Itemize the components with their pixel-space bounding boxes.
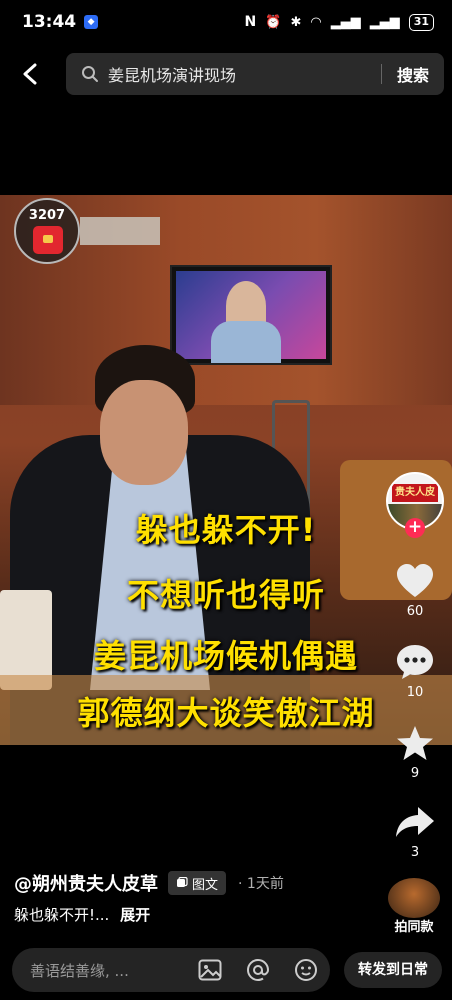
share-button[interactable]: 3 — [384, 799, 446, 860]
search-icon — [80, 64, 100, 84]
share-count: 3 — [410, 845, 420, 860]
red-envelope-icon — [33, 226, 63, 254]
like-button[interactable]: 60 — [384, 558, 446, 619]
video-tv — [170, 265, 332, 365]
notification-icon: ◆ — [84, 15, 99, 29]
back-icon — [23, 63, 37, 85]
comment-button[interactable]: 10 — [384, 639, 446, 700]
favorite-count: 9 — [410, 766, 420, 781]
expand-button[interactable]: 展开 — [120, 906, 150, 924]
post-description: 躲也躲不开!... 展开 — [14, 904, 150, 925]
bluetooth-icon: ✱ — [290, 14, 302, 30]
share-to-daily-button[interactable]: 转发到日常 — [344, 952, 442, 988]
video-caption-line-1: 躲也躲不开! — [135, 511, 317, 549]
status-time: 13:44 — [22, 12, 77, 32]
heart-icon — [384, 558, 446, 604]
like-count: 60 — [406, 604, 424, 619]
post-type-tag: 图文 — [168, 871, 227, 895]
status-icons: N ⏰ ✱ ◠ ▂▄▆ ▂▄▆ 31 — [244, 13, 434, 31]
at-icon[interactable] — [234, 948, 282, 992]
nfc-icon: N — [244, 14, 257, 30]
red-envelope-badge[interactable]: 3207 — [14, 198, 80, 264]
share-icon — [384, 799, 446, 845]
post-description-text: 躲也躲不开!... — [14, 906, 110, 924]
same-style-avatar[interactable] — [388, 878, 440, 918]
top-bar: 姜昆机场演讲现场 搜索 — [0, 50, 452, 98]
comment-count: 10 — [406, 685, 424, 700]
comment-icon — [384, 639, 446, 685]
post-time: · 1天前 — [238, 876, 284, 892]
image-text-icon — [177, 877, 188, 887]
signal-icon-2: ▂▄▆ — [369, 14, 400, 30]
gift-count: 3207 — [28, 208, 66, 223]
emoji-icon[interactable] — [282, 948, 330, 992]
follow-button[interactable]: + — [405, 518, 425, 538]
search-input[interactable]: 姜昆机场演讲现场 搜索 — [66, 53, 444, 95]
signal-icon: ▂▄▆ — [330, 14, 361, 30]
video-person-face — [100, 380, 188, 485]
video-wall-vent — [80, 217, 160, 245]
alarm-icon: ⏰ — [265, 14, 282, 30]
image-icon[interactable] — [186, 948, 234, 992]
star-icon — [384, 720, 446, 766]
post-type-label: 图文 — [192, 877, 219, 893]
search-button[interactable]: 搜索 — [382, 62, 444, 86]
favorite-button[interactable]: 9 — [384, 720, 446, 781]
comment-input[interactable]: 善语结善缘, ... — [12, 948, 330, 992]
author-name[interactable]: @朔州贵夫人皮草 — [14, 870, 158, 896]
wifi-icon: ◠ — [310, 14, 322, 30]
status-bar: 13:44 ◆ N ⏰ ✱ ◠ ▂▄▆ ▂▄▆ 31 — [0, 0, 452, 44]
comment-placeholder: 善语结善缘, ... — [30, 961, 129, 980]
back-button[interactable] — [0, 50, 60, 98]
same-style-button[interactable]: 拍同款 — [382, 916, 446, 935]
battery-indicator: 31 — [408, 13, 434, 31]
search-query: 姜昆机场演讲现场 — [108, 66, 237, 85]
post-meta: @朔州贵夫人皮草 图文 · 1天前 — [14, 870, 284, 896]
creator-avatar-text: 贵夫人皮草 — [392, 484, 438, 516]
